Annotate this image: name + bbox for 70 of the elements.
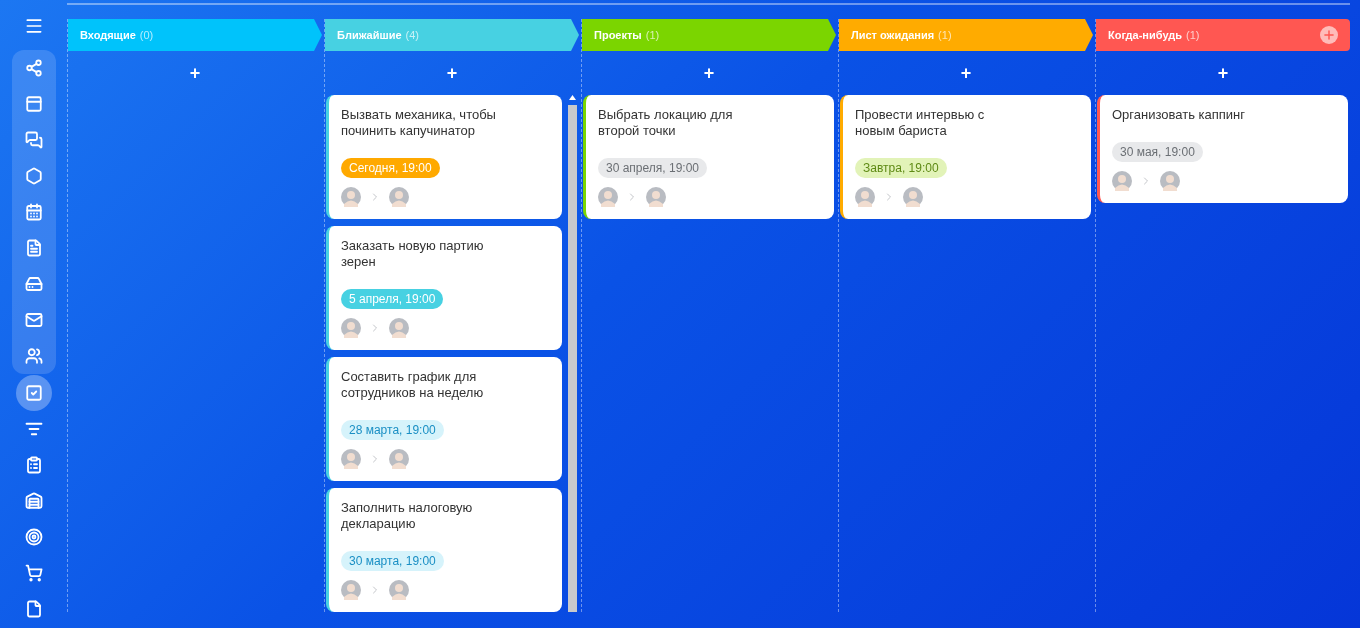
network-icon bbox=[24, 59, 43, 77]
avatar-icon bbox=[855, 187, 875, 207]
column-count: (1) bbox=[938, 27, 952, 43]
avatar-icon bbox=[1160, 171, 1180, 191]
hexagon-icon bbox=[24, 167, 43, 185]
avatar-icon bbox=[646, 187, 666, 207]
due-date: 30 марта, 19:00 bbox=[341, 551, 444, 571]
due-date: 30 апреля, 19:00 bbox=[598, 158, 707, 178]
add-task-button[interactable]: + bbox=[960, 64, 972, 82]
task-card[interactable]: Провести интервью с новым бариста Завтра, 19:00 bbox=[840, 95, 1091, 219]
filter-icon bbox=[24, 420, 43, 438]
clipboard-icon bbox=[24, 456, 43, 474]
task-title: Вызвать механика, чтобы починить капучинатор bbox=[341, 107, 497, 139]
chat-icon bbox=[24, 131, 43, 149]
due-date: 30 мая, 19:00 bbox=[1112, 142, 1203, 162]
avatar-icon bbox=[341, 187, 361, 207]
column-title: Входящие bbox=[80, 27, 136, 43]
document-icon bbox=[24, 239, 43, 257]
task-card[interactable]: Организовать каппинг 30 мая, 19:00 bbox=[1097, 95, 1348, 203]
add-column-button[interactable] bbox=[1320, 26, 1338, 44]
avatar-icon bbox=[389, 580, 409, 600]
target-icon bbox=[24, 528, 43, 546]
add-task-button[interactable]: + bbox=[189, 64, 201, 82]
column-title: Когда-нибудь bbox=[1108, 27, 1182, 43]
warehouse-icon bbox=[24, 492, 43, 510]
task-card[interactable]: Составить график для сотрудников на неделю 28 марта, 19:00 bbox=[326, 357, 562, 481]
mail-icon bbox=[24, 311, 43, 329]
due-date: 5 апреля, 19:00 bbox=[341, 289, 444, 309]
scroll-up-icon bbox=[569, 95, 576, 100]
task-title: Заполнить налоговую декларацию bbox=[341, 500, 474, 532]
add-task-button[interactable]: + bbox=[703, 64, 715, 82]
task-card[interactable]: Выбрать локацию для второй точки 30 апреля, 19:00 bbox=[583, 95, 834, 219]
cart-icon bbox=[24, 564, 43, 582]
task-title: Составить график для сотрудников на неделю bbox=[341, 369, 485, 401]
add-task-button[interactable]: + bbox=[446, 64, 458, 82]
avatar-icon bbox=[389, 449, 409, 469]
task-card[interactable]: Заполнить налоговую декларацию 30 марта, 19:00 bbox=[326, 488, 562, 612]
avatar-icon bbox=[389, 187, 409, 207]
column-title: Ближайшие bbox=[337, 27, 402, 43]
window-icon bbox=[24, 95, 43, 113]
column-count: (4) bbox=[405, 27, 419, 43]
task-title: Организовать каппинг bbox=[1112, 107, 1247, 123]
task-title: Провести интервью с новым бариста bbox=[855, 107, 986, 139]
due-date: Завтра, 19:00 bbox=[855, 158, 947, 178]
avatar-icon bbox=[903, 187, 923, 207]
column-title: Проекты bbox=[594, 27, 642, 43]
plus-icon bbox=[1322, 28, 1336, 42]
avatar-icon bbox=[598, 187, 618, 207]
task-card[interactable]: Заказать новую партию зерен 5 апреля, 19:00 bbox=[326, 226, 562, 350]
task-title: Заказать новую партию зерен bbox=[341, 238, 485, 270]
task-title: Выбрать локацию для второй точки bbox=[598, 107, 734, 139]
drive-icon bbox=[24, 275, 43, 293]
column-count: (1) bbox=[645, 27, 660, 43]
column-count: (1) bbox=[1186, 27, 1200, 43]
add-task-button[interactable]: + bbox=[1217, 64, 1229, 82]
file-icon bbox=[24, 600, 43, 618]
task-card[interactable]: Вызвать механика, чтобы починить капучинатор Сегодня, 19:00 bbox=[326, 95, 562, 219]
column-title: Лист ожидания bbox=[851, 27, 935, 43]
calendar-icon bbox=[24, 203, 43, 221]
avatar-icon bbox=[341, 449, 361, 469]
due-date: Сегодня, 19:00 bbox=[341, 158, 440, 178]
people-icon bbox=[24, 347, 43, 365]
avatar-icon bbox=[389, 318, 409, 338]
avatar-icon bbox=[341, 580, 361, 600]
avatar-icon bbox=[1112, 171, 1132, 191]
checkbox-icon bbox=[24, 384, 43, 402]
column-count: (0) bbox=[139, 27, 154, 43]
due-date: 28 марта, 19:00 bbox=[341, 420, 444, 440]
avatar-icon bbox=[341, 318, 361, 338]
sidebar-item[interactable] bbox=[15, 375, 52, 411]
